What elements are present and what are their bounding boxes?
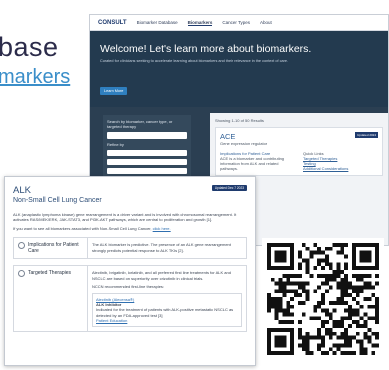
targeted-therapies-section: Targeted Therapies Alectinib, brigatinib… <box>13 265 247 333</box>
nav-item-about[interactable]: About <box>260 20 272 25</box>
logo: CONSULT <box>98 19 127 26</box>
targeted-therapies-label: Targeted Therapies <box>28 270 71 277</box>
results-count: Showing 1-10 of 50 Results <box>215 118 264 123</box>
card-update-badge: Updated 2024 <box>355 132 378 138</box>
hero-subtitle: Curated for clinicians seeking to accele… <box>100 59 289 63</box>
qr-code-icon <box>267 243 379 355</box>
implications-text: The ALK biomarker is predictive. The pre… <box>92 242 231 253</box>
headline-fragment: base <box>0 32 59 62</box>
see-all-text: If you want to see all biomarkers associ… <box>13 226 152 232</box>
nav-item-database[interactable]: Biomarker Database <box>137 20 178 25</box>
qr-code[interactable] <box>262 238 384 360</box>
drug-description: Indicated for the treatment of patients … <box>96 307 234 318</box>
alk-biomarker-card: ALK Non-Small Cell Lung Cancer Updated D… <box>4 176 256 366</box>
card-subtitle: Gene expression regulator <box>220 141 268 146</box>
nav-item-cancer-types[interactable]: Cancer Types <box>222 20 250 25</box>
hero-title: Welcome! Let's learn more about biomarke… <box>100 43 312 55</box>
filter-select-cancer[interactable] <box>107 159 187 165</box>
headline-link[interactable]: markers <box>0 66 70 89</box>
card-col1-text: ACE is a biomarker and contributing info… <box>220 156 285 171</box>
patient-education-link[interactable]: Patient Education <box>96 318 238 323</box>
implications-section: Implications for Patient Care The ALK bi… <box>13 237 247 260</box>
update-badge: Updated Dec 7 2023 <box>211 185 247 191</box>
search-input[interactable] <box>107 132 187 139</box>
target-icon <box>18 270 25 278</box>
quick-link[interactable]: Additional Considerations <box>303 166 378 171</box>
hero-banner: Welcome! Let's learn more about biomarke… <box>90 31 388 107</box>
refine-label: Refine by <box>107 142 124 147</box>
info-icon <box>18 242 25 250</box>
result-card[interactable]: ACE Gene expression regulator Updated 20… <box>215 127 383 176</box>
drug-box: Alectinib (Alecensa®) ALK Inhibitor Indi… <box>92 293 242 328</box>
nav-item-biomarkers[interactable]: Biomarkers <box>187 20 213 26</box>
filter-heading: Search by biomarker, cancer type, or tar… <box>107 119 173 129</box>
nccn-note: NCCN recommended first-line therapies: <box>92 283 165 289</box>
learn-more-button[interactable]: Learn More <box>100 87 128 95</box>
biomarker-description: ALK (anaplastic lymphoma kinase) gene re… <box>13 212 237 223</box>
top-nav: CONSULT Biomarker Database Biomarkers Ca… <box>90 15 388 31</box>
filter-select-biomarker[interactable] <box>107 150 187 156</box>
implications-label: Implications for Patient Care <box>28 242 79 255</box>
filter-select-therapy[interactable] <box>107 168 187 174</box>
click-here-link[interactable]: click here. <box>153 226 171 231</box>
therapies-text: Alectinib, brigatinib, lorlatinib, and a… <box>92 270 231 281</box>
cancer-type-subtitle: Non-Small Cell Lung Cancer <box>13 197 102 204</box>
see-all-line: If you want to see all biomarkers associ… <box>13 226 247 231</box>
